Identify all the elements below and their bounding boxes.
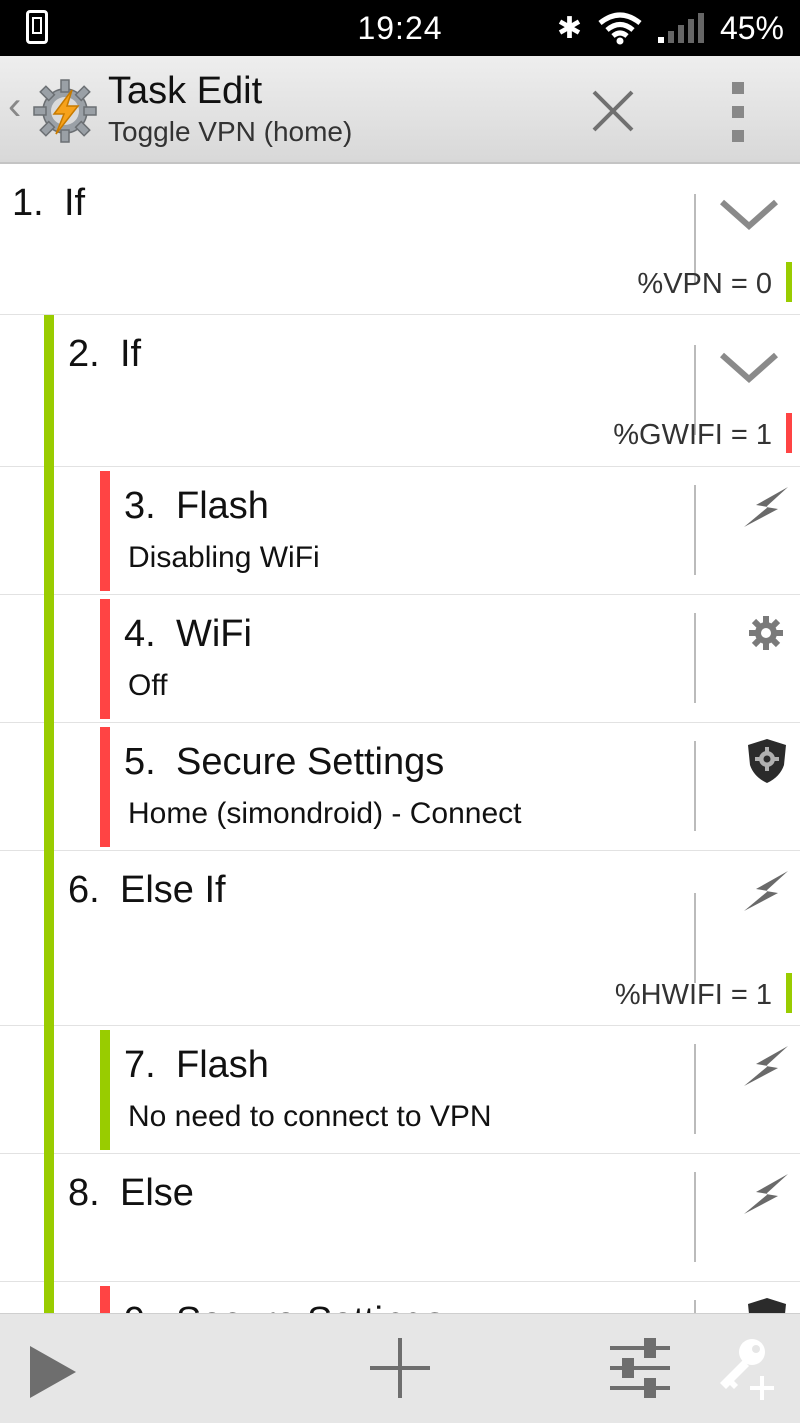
bottom-toolbar (0, 1313, 800, 1423)
action-title: 5. Secure Settings (124, 741, 445, 783)
add-key-icon[interactable] (716, 1336, 778, 1402)
indent-bar (44, 315, 54, 467)
action-title: 1. If (12, 182, 86, 224)
signal-icon (657, 13, 704, 43)
indent-bar (44, 851, 54, 1026)
flash-icon (744, 487, 788, 527)
indent-bar (44, 467, 54, 595)
divider (694, 485, 696, 575)
tasker-logo-icon[interactable] (30, 76, 100, 146)
action-detail: Off (128, 669, 168, 702)
indent-bar (44, 595, 54, 723)
gear-icon (749, 616, 783, 650)
list-item[interactable]: 1. If %VPN = 0 (0, 162, 800, 315)
list-item[interactable]: 9.Secure Settings (0, 1282, 800, 1313)
indent-bar (44, 1026, 54, 1154)
list-item[interactable]: 4. WiFi Off (0, 595, 800, 723)
close-icon[interactable] (584, 82, 642, 140)
flash-icon (744, 1174, 788, 1214)
flash-icon (744, 871, 788, 911)
page-title: Task Edit (108, 70, 263, 112)
battery-percent: 45% (719, 9, 784, 46)
play-icon[interactable] (26, 1344, 80, 1400)
list-item[interactable]: 8. Else (0, 1154, 800, 1282)
status-bar: 19:24 ✱ 45% (0, 0, 800, 56)
status-right-group: ✱ 45% (557, 8, 784, 48)
list-item[interactable]: 5. Secure Settings Home (simondroid) - Co… (0, 723, 800, 851)
condition-indicator (786, 413, 792, 453)
action-title: 8. Else (68, 1172, 194, 1214)
action-title: 3. Flash (124, 485, 269, 527)
indent-bar (100, 1030, 110, 1150)
flash-icon (744, 1046, 788, 1086)
list-item[interactable]: 6. Else If %HWIFI = 1 (0, 851, 800, 1026)
list-item[interactable]: 2. If %GWIFI = 1 (0, 315, 800, 467)
divider (694, 741, 696, 831)
indent-bar (100, 599, 110, 719)
condition-label: %HWIFI = 1 (614, 979, 772, 1011)
action-detail: Home (simondroid) - Connect (128, 797, 522, 830)
divider (694, 613, 696, 703)
collapse-chevron-icon[interactable] (718, 196, 780, 232)
indent-bar (100, 727, 110, 847)
action-title: 7. Flash (124, 1044, 269, 1086)
settings-sliders-icon[interactable] (608, 1336, 672, 1400)
indent-bar (100, 471, 110, 591)
overflow-menu-icon[interactable] (726, 82, 750, 142)
indent-bar (44, 723, 54, 851)
action-title: 6. Else If (68, 869, 226, 911)
indent-bar (44, 1282, 54, 1313)
list-item[interactable]: 3. Flash Disabling WiFi (0, 467, 800, 595)
divider (694, 1172, 696, 1262)
action-bar: ‹ Task Edit Toggle VPN (home) (0, 56, 800, 164)
action-title: 4. WiFi (124, 613, 252, 655)
divider (694, 893, 696, 983)
collapse-chevron-icon[interactable] (718, 349, 780, 385)
condition-indicator (786, 973, 792, 1013)
action-list[interactable]: 1. If %VPN = 0 2. If %GWIFI = 1 3. Flash Di… (0, 162, 800, 1313)
action-detail: No need to connect to VPN (128, 1100, 492, 1133)
page-subtitle: Toggle VPN (home) (108, 116, 353, 147)
indent-bar (100, 1286, 110, 1313)
bluetooth-icon: ✱ (556, 11, 582, 45)
action-title: 9.Secure Settings (124, 1300, 444, 1313)
action-title: 2. If (68, 333, 142, 375)
divider (694, 1300, 696, 1313)
secure-settings-shield-icon (748, 739, 786, 783)
indent-bar (44, 1154, 54, 1282)
condition-indicator (786, 262, 792, 302)
condition-label: %GWIFI = 1 (613, 419, 772, 451)
secure-settings-shield-icon (748, 1298, 786, 1313)
divider (694, 1044, 696, 1134)
add-icon[interactable] (368, 1336, 432, 1400)
condition-label: %VPN = 0 (637, 268, 772, 300)
wifi-icon (598, 12, 642, 45)
back-icon[interactable]: ‹ (8, 84, 21, 129)
list-item[interactable]: 7. Flash No need to connect to VPN (0, 1026, 800, 1154)
action-detail: Disabling WiFi (128, 541, 320, 574)
